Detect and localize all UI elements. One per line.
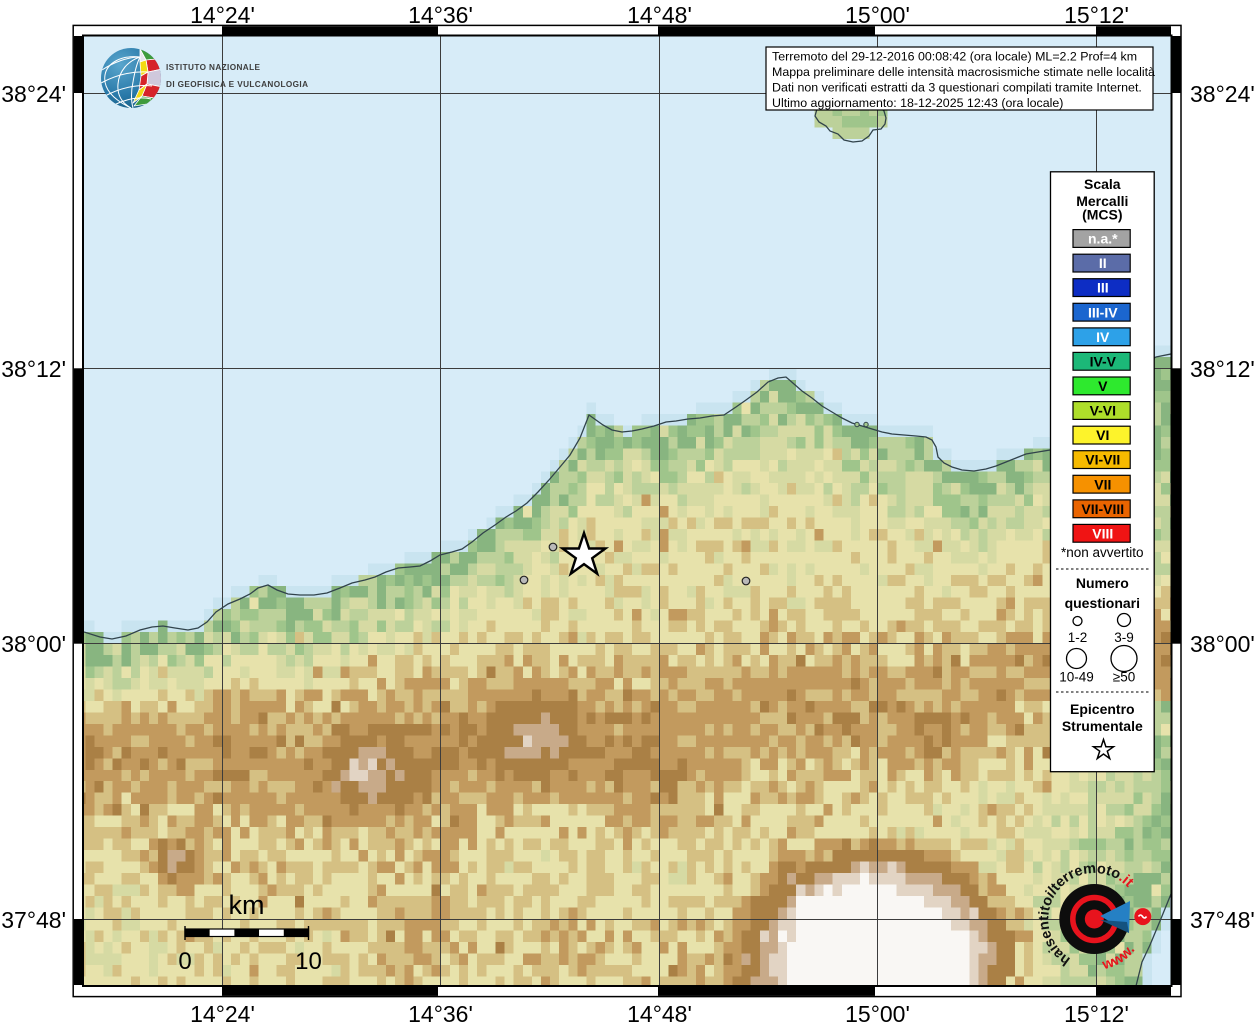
svg-text:(MCS): (MCS) <box>1082 207 1122 223</box>
svg-text:38°12': 38°12' <box>1190 356 1254 382</box>
svg-text:14°24': 14°24' <box>190 1001 255 1024</box>
svg-text:*non avvertito: *non avvertito <box>1061 545 1144 560</box>
svg-text:Terremoto del 29-12-2016 00:08: Terremoto del 29-12-2016 00:08:42 (ora l… <box>772 49 1137 63</box>
svg-text:14°48': 14°48' <box>627 2 692 28</box>
svg-text:IV: IV <box>1096 329 1110 345</box>
svg-text:38°24': 38°24' <box>1 81 66 107</box>
svg-text:V: V <box>1098 378 1108 394</box>
svg-text:III: III <box>1097 280 1109 296</box>
svg-text:14°48': 14°48' <box>627 1001 692 1024</box>
svg-text:VI: VI <box>1096 427 1109 443</box>
svg-text:km: km <box>229 890 265 920</box>
svg-text:0: 0 <box>178 948 191 975</box>
svg-text:14°36': 14°36' <box>408 1001 473 1024</box>
svg-text:II: II <box>1099 255 1107 271</box>
svg-text:Ultimo aggiornamento: 18-12-20: Ultimo aggiornamento: 18-12-2025 12:43 (… <box>772 96 1063 110</box>
svg-text:14°36': 14°36' <box>408 2 473 28</box>
svg-text:ISTITUTO NAZIONALE: ISTITUTO NAZIONALE <box>166 63 261 72</box>
svg-text:15°12': 15°12' <box>1064 1001 1129 1024</box>
svg-text:38°12': 38°12' <box>1 356 66 382</box>
svg-text:≥50: ≥50 <box>1113 670 1135 685</box>
svg-text:38°00': 38°00' <box>1 631 66 657</box>
svg-text:questionari: questionari <box>1065 595 1140 611</box>
svg-text:15°12': 15°12' <box>1064 2 1129 28</box>
svg-text:14°24': 14°24' <box>190 2 255 28</box>
svg-text:VII: VII <box>1094 476 1111 492</box>
svg-text:Numero: Numero <box>1076 575 1129 591</box>
svg-text:38°24': 38°24' <box>1190 81 1254 107</box>
svg-text:VI-VII: VI-VII <box>1085 452 1120 468</box>
svg-text:V-VI: V-VI <box>1090 403 1116 419</box>
svg-text:10: 10 <box>295 948 322 975</box>
svg-text:Strumentale: Strumentale <box>1062 718 1143 734</box>
svg-text:Epicentro: Epicentro <box>1070 701 1135 717</box>
svg-text:37°48': 37°48' <box>1 907 66 933</box>
svg-text:III-IV: III-IV <box>1088 304 1118 320</box>
svg-text:10-49: 10-49 <box>1059 670 1094 685</box>
svg-text:VII-VIII: VII-VIII <box>1081 501 1124 517</box>
svg-text:15°00': 15°00' <box>845 1001 910 1024</box>
svg-text:IV-V: IV-V <box>1090 353 1117 369</box>
svg-text:37°48': 37°48' <box>1190 907 1254 933</box>
svg-text:Dati non verificati estratti d: Dati non verificati estratti da 3 questi… <box>772 81 1142 95</box>
svg-text:Mappa preliminare delle intens: Mappa preliminare delle intensità macros… <box>772 65 1155 79</box>
svg-text:n.a.*: n.a.* <box>1088 231 1118 247</box>
svg-text:Scala: Scala <box>1084 176 1121 192</box>
svg-text:VIII: VIII <box>1092 525 1113 541</box>
svg-text:3-9: 3-9 <box>1114 630 1134 645</box>
svg-text:DI GEOFISICA E VULCANOLOGIA: DI GEOFISICA E VULCANOLOGIA <box>166 80 308 89</box>
svg-text:38°00': 38°00' <box>1190 631 1254 657</box>
svg-text:1-2: 1-2 <box>1068 630 1088 645</box>
svg-text:15°00': 15°00' <box>845 2 910 28</box>
